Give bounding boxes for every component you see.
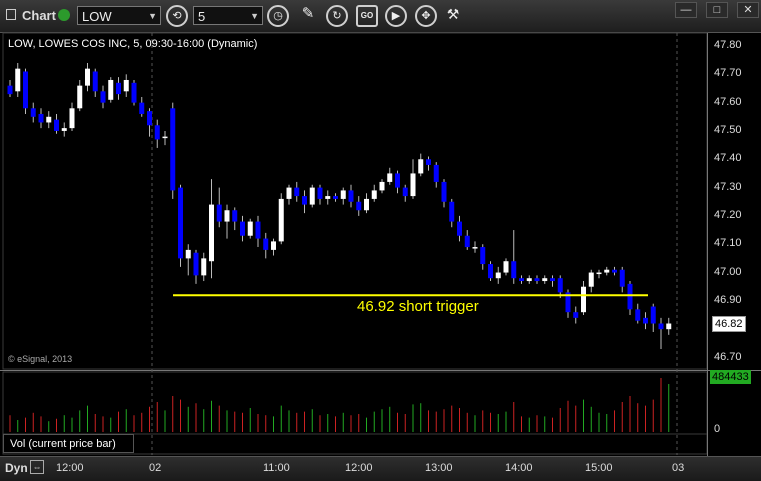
copyright-label: © eSignal, 2013 bbox=[8, 354, 73, 364]
candle bbox=[309, 184, 315, 208]
candle bbox=[278, 193, 284, 245]
y-tick: 47.00 bbox=[714, 265, 742, 278]
candle bbox=[247, 218, 253, 239]
y-tick: 47.10 bbox=[714, 237, 742, 250]
dyn-label[interactable]: Dyn bbox=[5, 461, 28, 475]
trigger-annotation: 46.92 short trigger bbox=[357, 298, 479, 315]
volume-title-box bbox=[3, 434, 134, 453]
y-tick: 47.30 bbox=[714, 180, 742, 193]
x-tick: 13:00 bbox=[425, 462, 453, 474]
candle bbox=[488, 261, 493, 282]
price-chart[interactable] bbox=[0, 0, 761, 456]
y-tick: 47.80 bbox=[714, 39, 742, 51]
candle bbox=[170, 102, 176, 199]
candle bbox=[23, 68, 28, 114]
x-tick: 03 bbox=[672, 462, 685, 474]
time-axis-bar: Dyn ⇔ 12:00 02 11:00 12:00 13:00 14:00 1… bbox=[0, 456, 761, 481]
x-tick: 11:00 bbox=[263, 462, 290, 474]
x-tick: 12:00 bbox=[56, 462, 84, 474]
volume-zero-label: 0 bbox=[714, 423, 721, 435]
candle bbox=[108, 77, 114, 103]
candle bbox=[131, 79, 137, 106]
x-tick: 12:00 bbox=[345, 462, 373, 474]
y-tick: 46.70 bbox=[714, 350, 742, 363]
bar-scale-icon[interactable]: ⇔ bbox=[30, 460, 44, 474]
y-tick: 47.50 bbox=[714, 123, 742, 136]
y-tick: 47.40 bbox=[714, 152, 742, 165]
last-volume-badge: 484433 bbox=[710, 370, 751, 384]
last-price-badge: 46.82 bbox=[712, 316, 746, 332]
x-tick: 02 bbox=[149, 462, 162, 474]
price-panel-title: LOW, LOWES COS INC, 5, 09:30-16:00 (Dyna… bbox=[8, 38, 258, 50]
y-tick: 47.60 bbox=[714, 95, 742, 108]
x-tick: 15:00 bbox=[585, 462, 613, 474]
y-tick: 47.20 bbox=[714, 208, 742, 221]
y-tick: 47.70 bbox=[714, 67, 742, 80]
candle bbox=[178, 184, 183, 267]
x-tick: 14:00 bbox=[505, 462, 533, 474]
y-tick: 46.90 bbox=[714, 293, 742, 306]
